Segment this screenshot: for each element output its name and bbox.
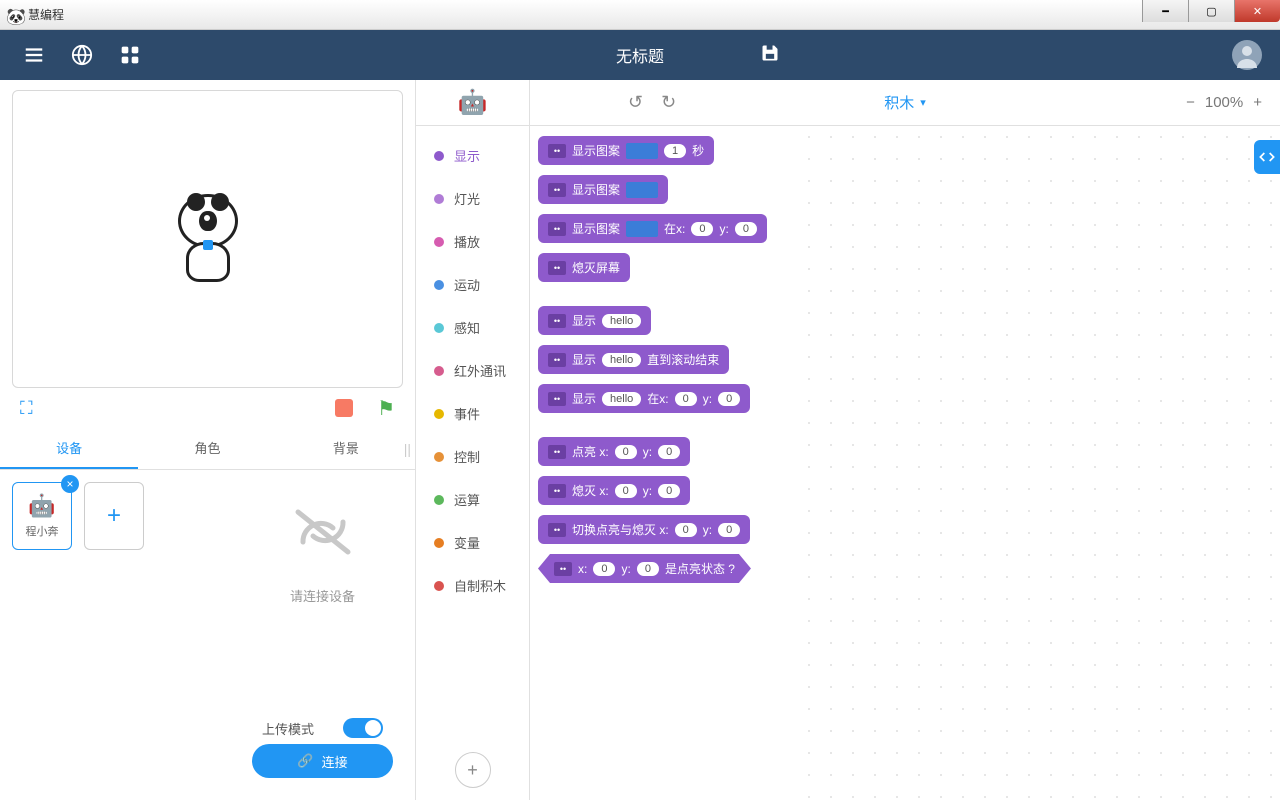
globe-icon[interactable] bbox=[66, 39, 98, 71]
close-button[interactable]: ✕ bbox=[1234, 0, 1280, 22]
panel-drag-handle[interactable]: || bbox=[400, 441, 415, 457]
category-dot-icon bbox=[434, 581, 444, 591]
menu-icon[interactable] bbox=[18, 39, 50, 71]
tab-sprites[interactable]: 角色 bbox=[138, 428, 276, 469]
block-turn-off-screen[interactable]: ••熄灭屏幕 bbox=[538, 253, 630, 282]
app-icon: 🐼 bbox=[6, 7, 22, 23]
category-label: 运动 bbox=[454, 275, 480, 294]
robot-icon: 🤖 bbox=[28, 493, 55, 519]
category-label: 红外通讯 bbox=[454, 361, 506, 380]
category-item[interactable]: 播放 bbox=[416, 220, 529, 263]
category-dot-icon bbox=[434, 237, 444, 247]
connect-panel: 请连接设备 上传模式 🔗 连接 bbox=[242, 482, 403, 788]
category-item[interactable]: 显示 bbox=[416, 134, 529, 177]
category-dot-icon bbox=[434, 538, 444, 548]
device-card[interactable]: × 🤖 程小奔 bbox=[12, 482, 72, 550]
block-show-text-scroll[interactable]: ••显示hello直到滚动结束 bbox=[538, 345, 729, 374]
category-dot-icon bbox=[434, 280, 444, 290]
category-dot-icon bbox=[434, 194, 444, 204]
codey-icon: 🤖 bbox=[458, 88, 488, 117]
category-label: 运算 bbox=[454, 490, 480, 509]
category-item[interactable]: 灯光 bbox=[416, 177, 529, 220]
category-dot-icon bbox=[434, 323, 444, 333]
category-label: 自制积木 bbox=[454, 576, 506, 595]
block-show-text-xy[interactable]: ••显示hello在x:0y:0 bbox=[538, 384, 750, 413]
workspace-panel: ↺ ↻ 积木 ▾ − 100% + ••显示图案1秒 ••显示图案 ••显示图案… bbox=[530, 80, 1280, 800]
code-toggle-tab[interactable] bbox=[1254, 140, 1280, 174]
category-panel: 🤖 显示灯光播放运动感知红外通讯事件控制运算变量自制积木 + bbox=[416, 80, 530, 800]
tab-devices[interactable]: 设备 bbox=[0, 428, 138, 469]
device-name: 程小奔 bbox=[26, 523, 59, 539]
upload-mode-label: 上传模式 bbox=[262, 719, 314, 738]
connect-button[interactable]: 🔗 连接 bbox=[252, 744, 393, 778]
tab-backdrops[interactable]: 背景 bbox=[277, 428, 415, 469]
zoom-level: 100% bbox=[1205, 94, 1243, 111]
stage[interactable] bbox=[12, 90, 403, 388]
green-flag-button[interactable]: ⚑ bbox=[377, 396, 395, 421]
category-item[interactable]: 自制积木 bbox=[416, 564, 529, 607]
block-show-pattern[interactable]: ••显示图案 bbox=[538, 175, 668, 204]
category-label: 变量 bbox=[454, 533, 480, 552]
category-item[interactable]: 运算 bbox=[416, 478, 529, 521]
block-toggle-xy[interactable]: ••切换点亮与熄灭 x:0y:0 bbox=[538, 515, 750, 544]
block-light-off-xy[interactable]: ••熄灭 x:0y:0 bbox=[538, 476, 690, 505]
panda-sprite bbox=[168, 194, 248, 284]
chevron-down-icon: ▾ bbox=[920, 96, 926, 109]
minimize-button[interactable]: ━ bbox=[1142, 0, 1188, 22]
category-item[interactable]: 变量 bbox=[416, 521, 529, 564]
category-item[interactable]: 红外通讯 bbox=[416, 349, 529, 392]
app-title: 慧编程 bbox=[28, 6, 64, 23]
block-show-pattern-sec[interactable]: ••显示图案1秒 bbox=[538, 136, 714, 165]
disconnected-icon bbox=[283, 502, 363, 576]
category-item[interactable]: 事件 bbox=[416, 392, 529, 435]
category-label: 事件 bbox=[454, 404, 480, 423]
block-palette: ••显示图案1秒 ••显示图案 ••显示图案在x:0y:0 ••熄灭屏幕 ••显… bbox=[530, 126, 798, 800]
mode-dropdown[interactable]: 积木 ▾ bbox=[884, 92, 926, 113]
app-toolbar: 无标题 bbox=[0, 30, 1280, 80]
block-is-lit-xy[interactable]: ••x:0y:0是点亮状态 ? bbox=[538, 554, 751, 583]
left-panel: ⛶ ⚑ 设备 角色 背景 || × 🤖 程小奔 + bbox=[0, 80, 416, 800]
category-label: 灯光 bbox=[454, 189, 480, 208]
category-dot-icon bbox=[434, 495, 444, 505]
category-label: 控制 bbox=[454, 447, 480, 466]
maximize-button[interactable]: ▢ bbox=[1188, 0, 1234, 22]
zoom-out-button[interactable]: − bbox=[1186, 94, 1195, 111]
upload-mode-toggle[interactable] bbox=[343, 718, 383, 738]
device-remove-icon[interactable]: × bbox=[61, 475, 79, 493]
category-label: 显示 bbox=[454, 146, 480, 165]
category-item[interactable]: 感知 bbox=[416, 306, 529, 349]
category-label: 播放 bbox=[454, 232, 480, 251]
add-device-button[interactable]: + bbox=[84, 482, 144, 550]
stage-tabs: 设备 角色 背景 || bbox=[0, 428, 415, 470]
category-dot-icon bbox=[434, 366, 444, 376]
apps-icon[interactable] bbox=[114, 39, 146, 71]
save-icon[interactable] bbox=[760, 43, 780, 68]
fullscreen-icon[interactable]: ⛶ bbox=[20, 398, 33, 419]
category-item[interactable]: 运动 bbox=[416, 263, 529, 306]
add-extension-button[interactable]: + bbox=[455, 752, 491, 788]
category-dot-icon bbox=[434, 452, 444, 462]
document-title: 无标题 bbox=[616, 43, 664, 67]
category-dot-icon bbox=[434, 409, 444, 419]
undo-icon[interactable]: ↺ bbox=[628, 92, 643, 113]
category-label: 感知 bbox=[454, 318, 480, 337]
category-dot-icon bbox=[434, 151, 444, 161]
category-item[interactable]: 控制 bbox=[416, 435, 529, 478]
device-list: × 🤖 程小奔 + bbox=[12, 482, 242, 788]
block-show-text[interactable]: ••显示hello bbox=[538, 306, 651, 335]
block-light-on-xy[interactable]: ••点亮 x:0y:0 bbox=[538, 437, 690, 466]
link-icon: 🔗 bbox=[297, 753, 313, 769]
zoom-in-button[interactable]: + bbox=[1253, 94, 1262, 111]
script-canvas[interactable] bbox=[798, 126, 1280, 800]
user-avatar[interactable] bbox=[1232, 40, 1262, 70]
redo-icon[interactable]: ↻ bbox=[661, 92, 676, 113]
stop-button[interactable] bbox=[335, 399, 353, 417]
block-show-pattern-xy[interactable]: ••显示图案在x:0y:0 bbox=[538, 214, 767, 243]
connect-message: 请连接设备 bbox=[283, 586, 363, 605]
window-title-bar: 🐼 慧编程 ━ ▢ ✕ bbox=[0, 0, 1280, 30]
